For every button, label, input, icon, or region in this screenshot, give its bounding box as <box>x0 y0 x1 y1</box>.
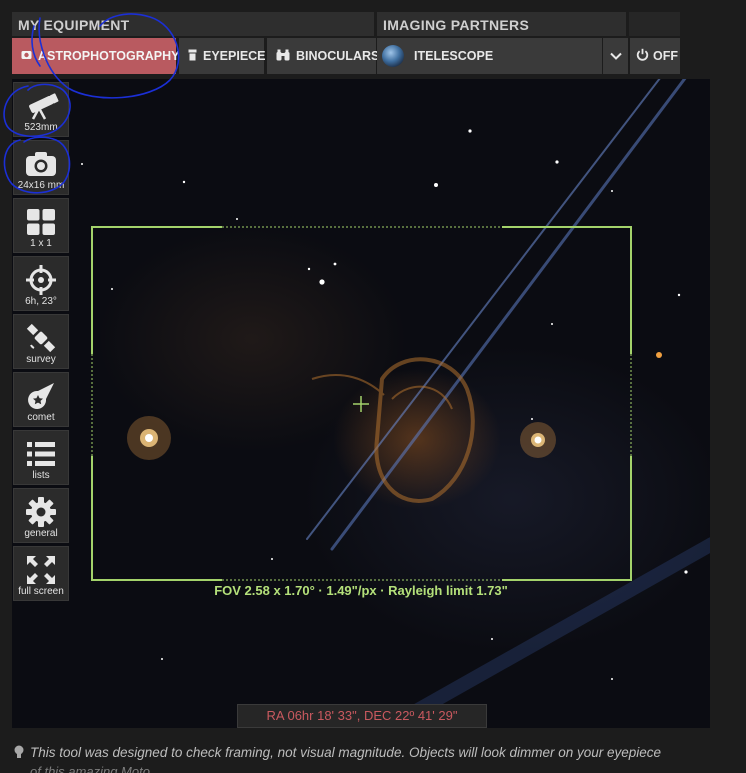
off-button[interactable]: OFF <box>630 38 680 74</box>
footer-note-continued: of this amazing Moto <box>30 764 150 773</box>
lists-button[interactable]: lists <box>13 430 69 485</box>
telescope-icon <box>14 89 68 123</box>
general-settings-label: general <box>24 528 58 539</box>
target-coordinates-button[interactable]: 6h, 23° <box>13 256 69 311</box>
full-screen-button[interactable]: full screen <box>13 546 69 601</box>
comet-button[interactable]: comet <box>13 372 69 427</box>
partner-dropdown-button[interactable] <box>603 38 628 74</box>
my-equipment-header: MY EQUIPMENT <box>12 12 374 36</box>
lists-label: lists <box>32 470 50 481</box>
camera-button[interactable]: 24x16 mm <box>13 140 69 195</box>
tab-eyepiece-label: EYEPIECE <box>203 49 266 63</box>
camera-small-icon <box>21 49 32 63</box>
camera-icon <box>14 147 68 181</box>
fov-label: FOV 2.58 x 1.70° · 1.49"/px · Rayleigh l… <box>214 583 508 598</box>
camera-label: 24x16 mm <box>17 180 65 191</box>
sky-image <box>81 79 710 726</box>
center-crosshair <box>353 396 369 412</box>
binoculars-icon <box>276 49 290 64</box>
tab-eyepiece[interactable]: EYEPIECE <box>179 38 266 74</box>
power-icon <box>636 48 649 64</box>
radec-readout: RA 06hr 18' 33", DEC 22º 41' 29" <box>237 704 487 728</box>
footer-note: This tool was designed to check framing,… <box>14 745 744 762</box>
tab-itelescope-label: ITELESCOPE <box>414 49 494 63</box>
itelescope-logo-icon <box>382 45 404 67</box>
grid-icon <box>14 205 68 239</box>
header-spacer <box>629 12 680 36</box>
comet-icon <box>14 379 68 413</box>
sky-view[interactable]: FOV 2.58 x 1.70° · 1.49"/px · Rayleigh l… <box>12 79 710 728</box>
tab-astrophotography-label: ASTROPHOTOGRAPHY <box>38 49 180 63</box>
chevron-down-icon <box>609 49 622 63</box>
lightbulb-icon <box>14 745 24 762</box>
satellite-icon <box>14 321 68 355</box>
survey-label: survey <box>26 354 56 365</box>
footer-note-text: This tool was designed to check framing,… <box>30 745 662 760</box>
general-settings-button[interactable]: general <box>13 488 69 543</box>
list-icon <box>14 437 68 471</box>
mosaic-grid-label: 1 x 1 <box>30 238 52 249</box>
tab-astrophotography[interactable]: ASTROPHOTOGRAPHY <box>12 38 180 74</box>
imaging-partners-header: IMAGING PARTNERS <box>377 12 626 36</box>
tab-binoculars-label: BINOCULARS <box>296 49 380 63</box>
app-root: MY EQUIPMENT IMAGING PARTNERS ASTROPHOTO… <box>0 0 746 773</box>
fullscreen-icon <box>14 553 68 587</box>
target-coordinates-label: 6h, 23° <box>25 296 57 307</box>
survey-button[interactable]: survey <box>13 314 69 369</box>
mosaic-grid-button[interactable]: 1 x 1 <box>13 198 69 253</box>
telescope-button[interactable]: 523mm <box>13 82 69 137</box>
tab-itelescope[interactable]: ITELESCOPE <box>377 38 602 74</box>
crosshair-icon <box>14 263 68 297</box>
telescope-label: 523mm <box>24 122 58 133</box>
comet-label: comet <box>27 412 55 423</box>
tab-binoculars[interactable]: BINOCULARS <box>267 38 380 74</box>
full-screen-label: full screen <box>18 586 64 597</box>
gear-icon <box>14 495 68 529</box>
off-button-label: OFF <box>653 49 678 63</box>
eyepiece-icon <box>188 49 197 64</box>
